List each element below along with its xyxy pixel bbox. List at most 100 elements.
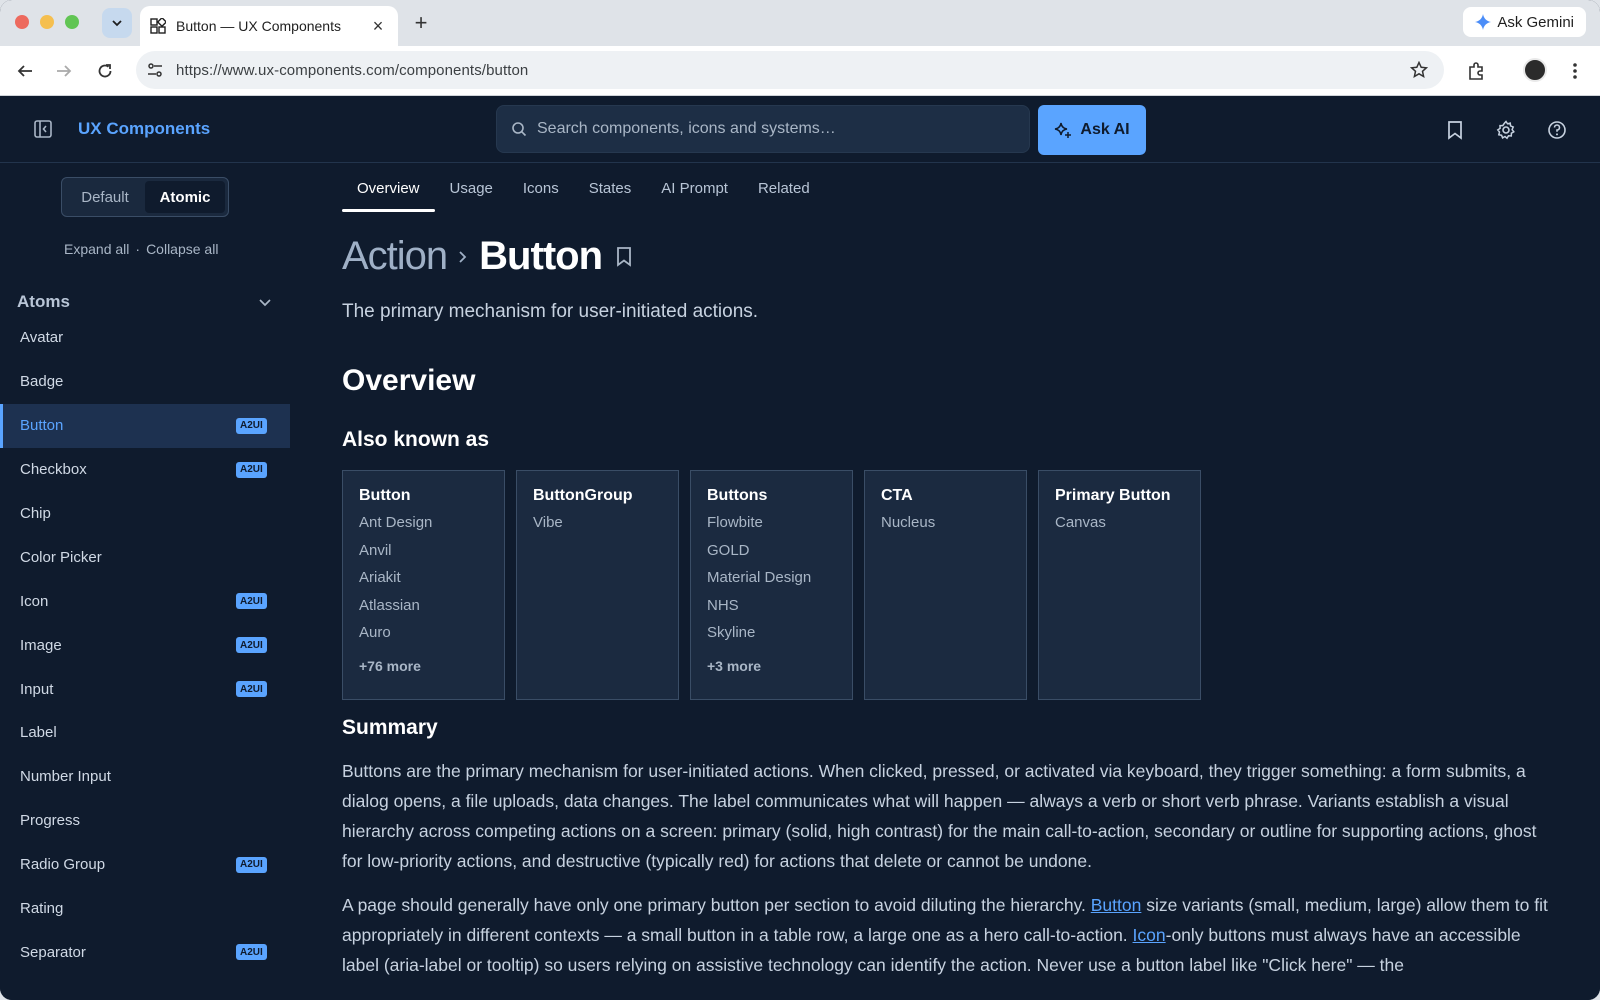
atoms-section-header[interactable]: Atoms — [17, 292, 272, 312]
address-bar[interactable]: https://www.ux-components.com/components… — [136, 51, 1444, 89]
aka-card-item[interactable]: Skyline — [707, 624, 836, 652]
view-mode-toggle: Default Atomic — [61, 177, 229, 217]
sidebar: Default Atomic Expand all · Collapse all… — [0, 164, 290, 1000]
sidebar-item-label: Checkbox — [20, 461, 87, 479]
aka-card-more-link[interactable]: +3 more — [707, 658, 836, 674]
a2ui-badge: A2UI — [236, 944, 267, 961]
sparkles-icon — [1055, 122, 1072, 138]
tab-usage[interactable]: Usage — [435, 164, 508, 212]
expand-all-link[interactable]: Expand all — [64, 241, 129, 257]
a2ui-badge: A2UI — [236, 856, 267, 873]
collapse-all-link[interactable]: Collapse all — [146, 241, 218, 257]
forward-button[interactable] — [51, 58, 77, 84]
bookmark-star-icon[interactable] — [1410, 61, 1428, 79]
tab-overview[interactable]: Overview — [342, 164, 435, 212]
sidebar-item-input[interactable]: Input A2UI — [0, 667, 290, 711]
tab-search-button[interactable] — [102, 8, 132, 38]
sidebar-item-chip[interactable]: Chip — [0, 492, 290, 536]
help-button[interactable] — [1545, 118, 1569, 142]
a2ui-badge: A2UI — [236, 593, 267, 610]
aka-card-title: ButtonGroup — [533, 487, 633, 504]
sidebar-item-icon[interactable]: Icon A2UI — [0, 579, 290, 623]
browser-menu-button[interactable] — [1562, 58, 1588, 84]
aka-card-item[interactable]: Vibe — [533, 514, 662, 542]
aka-card-item[interactable]: NHS — [707, 597, 836, 625]
a2ui-badge: A2UI — [236, 681, 267, 698]
extensions-button[interactable] — [1463, 58, 1489, 84]
page-title: Button — [479, 234, 603, 278]
tab-related[interactable]: Related — [743, 164, 825, 212]
breadcrumb-parent-link[interactable]: Action — [342, 234, 448, 279]
components-favicon-icon — [150, 18, 166, 34]
sidebar-item-separator[interactable]: Separator A2UI — [0, 930, 290, 974]
page-lede: The primary mechanism for user-initiated… — [342, 301, 759, 322]
chevron-down-icon — [112, 20, 122, 27]
aka-card-item[interactable]: Nucleus — [881, 514, 1010, 542]
minimize-window-button[interactable] — [40, 15, 54, 29]
browser-tab-active[interactable]: Button — UX Components × — [140, 6, 398, 46]
aka-card-title: CTA — [881, 487, 913, 504]
aka-card-item[interactable]: Flowbite — [707, 514, 836, 542]
url-text: https://www.ux-components.com/components… — [176, 61, 529, 79]
toggle-atomic[interactable]: Atomic — [145, 181, 225, 213]
browser-tabbar: Button — UX Components × + Ask Gemini — [0, 0, 1600, 46]
brand-logo-text[interactable]: UX Components — [78, 119, 210, 139]
sidebar-item-image[interactable]: Image A2UI — [0, 623, 290, 667]
sidebar-item-avatar[interactable]: Avatar — [0, 316, 290, 360]
aka-card: ButtonGroup Vibe — [516, 470, 679, 700]
back-button[interactable] — [12, 58, 38, 84]
aka-card-item[interactable]: Ariakit — [359, 569, 488, 597]
close-window-button[interactable] — [15, 15, 29, 29]
sidebar-item-label: Avatar — [20, 329, 64, 347]
sidebar-item-label[interactable]: Label — [0, 711, 290, 755]
profile-avatar[interactable] — [1523, 58, 1547, 82]
search-input[interactable] — [537, 120, 1017, 138]
button-link[interactable]: Button — [1091, 895, 1142, 915]
a2ui-badge: A2UI — [236, 417, 267, 434]
aka-card-item[interactable]: Anvil — [359, 542, 488, 570]
new-tab-button[interactable]: + — [408, 10, 434, 36]
summary-heading: Summary — [342, 716, 438, 739]
collapse-sidebar-button[interactable] — [32, 118, 54, 140]
ask-gemini-button[interactable]: Ask Gemini — [1463, 7, 1586, 37]
ask-ai-button[interactable]: Ask AI — [1038, 105, 1146, 155]
sidebar-item-number-input[interactable]: Number Input — [0, 755, 290, 799]
sidebar-item-rating[interactable]: Rating — [0, 887, 290, 931]
aka-card-item[interactable]: Ant Design — [359, 514, 488, 542]
sidebar-item-button[interactable]: Button A2UI — [0, 403, 290, 448]
maximize-window-button[interactable] — [65, 15, 79, 29]
icon-link[interactable]: Icon — [1133, 925, 1166, 945]
sidebar-item-badge[interactable]: Badge — [0, 360, 290, 404]
aka-card-more-link[interactable]: +76 more — [359, 658, 488, 674]
sidebar-item-radio-group[interactable]: Radio Group A2UI — [0, 843, 290, 887]
app-header: UX Components Ask AI — [0, 96, 1600, 163]
aka-card-item[interactable]: Material Design — [707, 569, 836, 597]
search-box[interactable] — [496, 105, 1030, 153]
sidebar-item-label: Image — [20, 636, 62, 654]
help-circle-icon — [1548, 121, 1566, 139]
bookmark-icon — [1448, 121, 1462, 140]
tab-close-icon[interactable]: × — [368, 16, 388, 37]
aka-card-item[interactable]: GOLD — [707, 542, 836, 570]
browser-toolbar: https://www.ux-components.com/components… — [0, 46, 1600, 96]
sidebar-item-color-picker[interactable]: Color Picker — [0, 535, 290, 579]
sidebar-item-checkbox[interactable]: Checkbox A2UI — [0, 448, 290, 492]
aka-card: CTA Nucleus — [864, 470, 1027, 700]
aka-card-item[interactable]: Auro — [359, 624, 488, 652]
tab-states[interactable]: States — [574, 164, 647, 212]
aka-card-item[interactable]: Atlassian — [359, 597, 488, 625]
expand-collapse-controls: Expand all · Collapse all — [64, 241, 218, 257]
a2ui-badge: A2UI — [236, 461, 267, 478]
browser-tab-title: Button — UX Components — [176, 18, 341, 34]
bookmark-icon[interactable] — [614, 246, 634, 268]
sidebar-item-progress[interactable]: Progress — [0, 799, 290, 843]
page-tabs: Overview Usage Icons States AI Prompt Re… — [342, 164, 825, 212]
bookmarks-button[interactable] — [1443, 118, 1467, 142]
aka-card-item[interactable]: Canvas — [1055, 514, 1184, 542]
reload-button[interactable] — [92, 58, 118, 84]
sidebar-item-label: Button — [20, 417, 64, 435]
tab-ai-prompt[interactable]: AI Prompt — [646, 164, 743, 212]
tab-icons[interactable]: Icons — [508, 164, 574, 212]
settings-button[interactable] — [1494, 118, 1518, 142]
toggle-default[interactable]: Default — [65, 181, 145, 213]
